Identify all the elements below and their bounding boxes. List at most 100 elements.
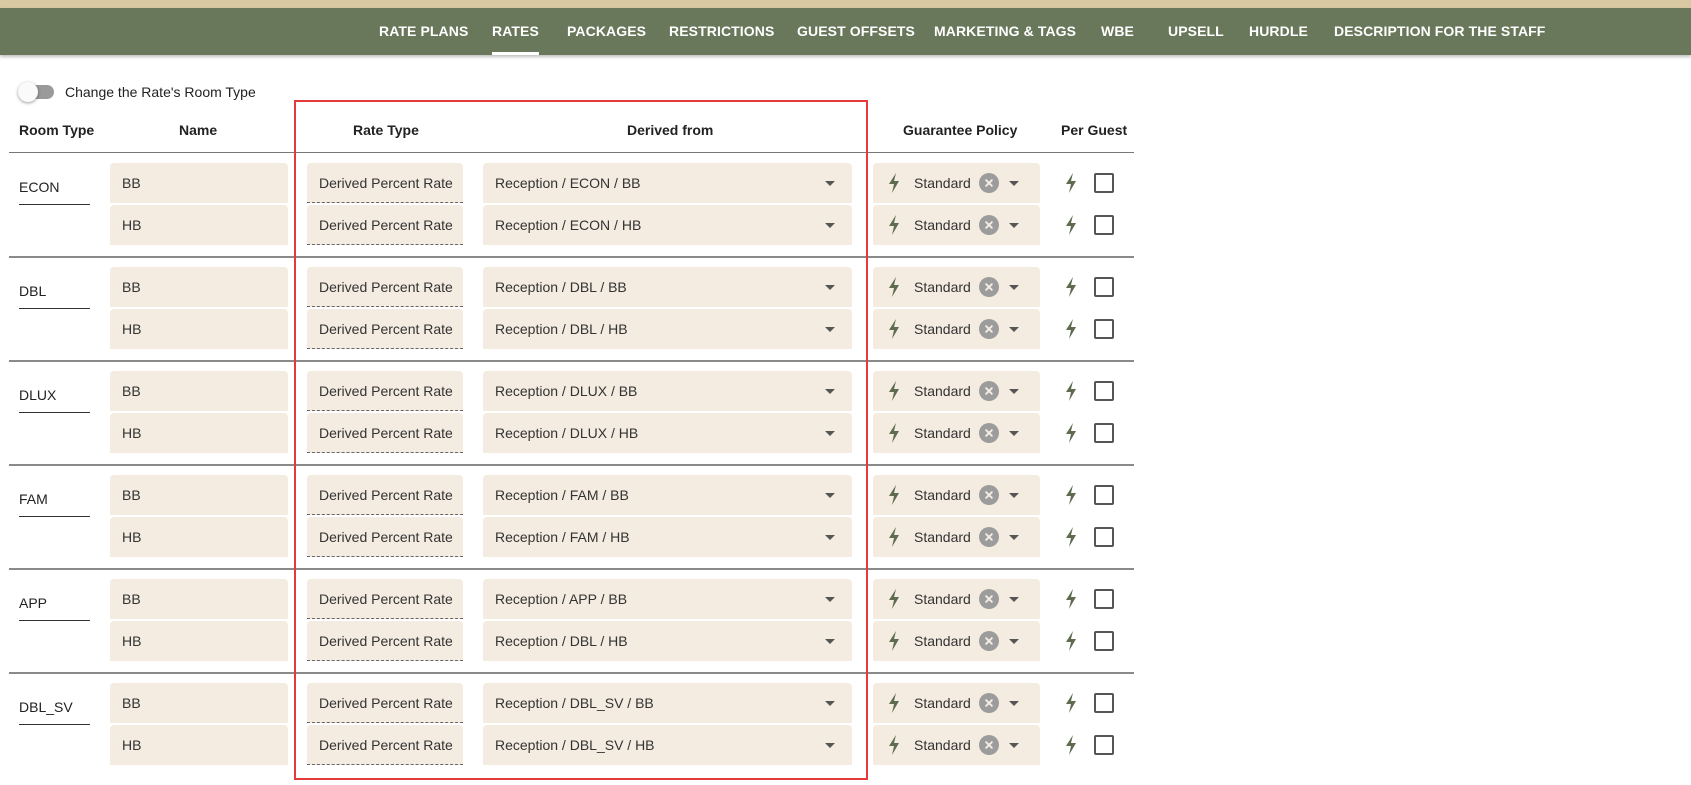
room-type-field[interactable]: APP: [19, 573, 90, 621]
room-type-field[interactable]: DLUX: [19, 365, 90, 413]
bolt-icon[interactable]: [887, 735, 901, 755]
tab-restrictions[interactable]: RESTRICTIONS: [669, 8, 774, 55]
derived-from-select[interactable]: Reception / APP / BB: [483, 579, 852, 619]
name-field[interactable]: HB: [110, 309, 288, 349]
guarantee-policy-select[interactable]: Standard: [873, 205, 1040, 245]
chevron-down-icon[interactable]: [1009, 743, 1019, 748]
clear-circle-icon[interactable]: [979, 319, 999, 339]
name-field[interactable]: BB: [110, 371, 288, 411]
tab-packages[interactable]: PACKAGES: [567, 8, 646, 55]
tab-rates[interactable]: RATES: [492, 8, 539, 55]
chevron-down-icon[interactable]: [1009, 327, 1019, 332]
bolt-icon[interactable]: [887, 277, 901, 297]
bolt-icon[interactable]: [887, 485, 901, 505]
tab-rate-plans[interactable]: RATE PLANS: [379, 8, 468, 55]
chevron-down-icon[interactable]: [1009, 493, 1019, 498]
room-type-field[interactable]: ECON: [19, 157, 90, 205]
rate-type-field[interactable]: Derived Percent Rate: [307, 413, 463, 453]
clear-circle-icon[interactable]: [979, 631, 999, 651]
guarantee-policy-select[interactable]: Standard: [873, 475, 1040, 515]
derived-from-select[interactable]: Reception / DBL / HB: [483, 309, 852, 349]
rate-type-field[interactable]: Derived Percent Rate: [307, 371, 463, 411]
per-guest-checkbox[interactable]: [1094, 277, 1114, 297]
derived-from-select[interactable]: Reception / ECON / BB: [483, 163, 852, 203]
rate-type-field[interactable]: Derived Percent Rate: [307, 205, 463, 245]
per-guest-checkbox[interactable]: [1094, 319, 1114, 339]
derived-from-select[interactable]: Reception / ECON / HB: [483, 205, 852, 245]
guarantee-policy-select[interactable]: Standard: [873, 267, 1040, 307]
chevron-down-icon[interactable]: [825, 535, 835, 540]
derived-from-select[interactable]: Reception / DLUX / HB: [483, 413, 852, 453]
per-guest-checkbox[interactable]: [1094, 589, 1114, 609]
chevron-down-icon[interactable]: [1009, 535, 1019, 540]
name-field[interactable]: HB: [110, 517, 288, 557]
guarantee-policy-select[interactable]: Standard: [873, 371, 1040, 411]
rate-type-field[interactable]: Derived Percent Rate: [307, 579, 463, 619]
clear-circle-icon[interactable]: [979, 589, 999, 609]
name-field[interactable]: HB: [110, 725, 288, 765]
per-guest-checkbox[interactable]: [1094, 485, 1114, 505]
bolt-icon[interactable]: [887, 631, 901, 651]
name-field[interactable]: HB: [110, 205, 288, 245]
rate-type-field[interactable]: Derived Percent Rate: [307, 517, 463, 557]
guarantee-policy-select[interactable]: Standard: [873, 579, 1040, 619]
room-type-field[interactable]: DBL_SV: [19, 677, 90, 725]
per-guest-checkbox[interactable]: [1094, 173, 1114, 193]
clear-circle-icon[interactable]: [979, 381, 999, 401]
chevron-down-icon[interactable]: [825, 701, 835, 706]
guarantee-policy-select[interactable]: Standard: [873, 517, 1040, 557]
derived-from-select[interactable]: Reception / DBL / BB: [483, 267, 852, 307]
chevron-down-icon[interactable]: [825, 223, 835, 228]
derived-from-select[interactable]: Reception / DBL / HB: [483, 621, 852, 661]
bolt-icon[interactable]: [887, 589, 901, 609]
clear-circle-icon[interactable]: [979, 735, 999, 755]
per-guest-checkbox[interactable]: [1094, 735, 1114, 755]
bolt-icon[interactable]: [1064, 319, 1078, 339]
clear-circle-icon[interactable]: [979, 277, 999, 297]
guarantee-policy-select[interactable]: Standard: [873, 413, 1040, 453]
tab-guest-offsets[interactable]: GUEST OFFSETS: [797, 8, 915, 55]
chevron-down-icon[interactable]: [1009, 431, 1019, 436]
chevron-down-icon[interactable]: [1009, 639, 1019, 644]
rate-type-field[interactable]: Derived Percent Rate: [307, 683, 463, 723]
bolt-icon[interactable]: [1064, 485, 1078, 505]
toggle-knob[interactable]: [18, 82, 38, 102]
bolt-icon[interactable]: [1064, 423, 1078, 443]
room-type-field[interactable]: DBL: [19, 261, 90, 309]
chevron-down-icon[interactable]: [825, 743, 835, 748]
derived-from-select[interactable]: Reception / FAM / HB: [483, 517, 852, 557]
chevron-down-icon[interactable]: [825, 431, 835, 436]
chevron-down-icon[interactable]: [1009, 223, 1019, 228]
chevron-down-icon[interactable]: [825, 181, 835, 186]
clear-circle-icon[interactable]: [979, 693, 999, 713]
guarantee-policy-select[interactable]: Standard: [873, 309, 1040, 349]
name-field[interactable]: HB: [110, 413, 288, 453]
derived-from-select[interactable]: Reception / DBL_SV / HB: [483, 725, 852, 765]
bolt-icon[interactable]: [887, 215, 901, 235]
name-field[interactable]: BB: [110, 475, 288, 515]
rate-type-field[interactable]: Derived Percent Rate: [307, 621, 463, 661]
per-guest-checkbox[interactable]: [1094, 215, 1114, 235]
chevron-down-icon[interactable]: [825, 327, 835, 332]
bolt-icon[interactable]: [1064, 215, 1078, 235]
bolt-icon[interactable]: [1064, 277, 1078, 297]
bolt-icon[interactable]: [887, 693, 901, 713]
derived-from-select[interactable]: Reception / FAM / BB: [483, 475, 852, 515]
bolt-icon[interactable]: [1064, 693, 1078, 713]
chevron-down-icon[interactable]: [1009, 597, 1019, 602]
rate-type-field[interactable]: Derived Percent Rate: [307, 309, 463, 349]
tab-upsell[interactable]: UPSELL: [1168, 8, 1224, 55]
name-field[interactable]: HB: [110, 621, 288, 661]
clear-circle-icon[interactable]: [979, 423, 999, 443]
bolt-icon[interactable]: [887, 381, 901, 401]
guarantee-policy-select[interactable]: Standard: [873, 683, 1040, 723]
chevron-down-icon[interactable]: [1009, 181, 1019, 186]
bolt-icon[interactable]: [1064, 173, 1078, 193]
clear-circle-icon[interactable]: [979, 485, 999, 505]
bolt-icon[interactable]: [887, 319, 901, 339]
rate-type-field[interactable]: Derived Percent Rate: [307, 725, 463, 765]
name-field[interactable]: BB: [110, 683, 288, 723]
clear-circle-icon[interactable]: [979, 215, 999, 235]
per-guest-checkbox[interactable]: [1094, 693, 1114, 713]
derived-from-select[interactable]: Reception / DLUX / BB: [483, 371, 852, 411]
